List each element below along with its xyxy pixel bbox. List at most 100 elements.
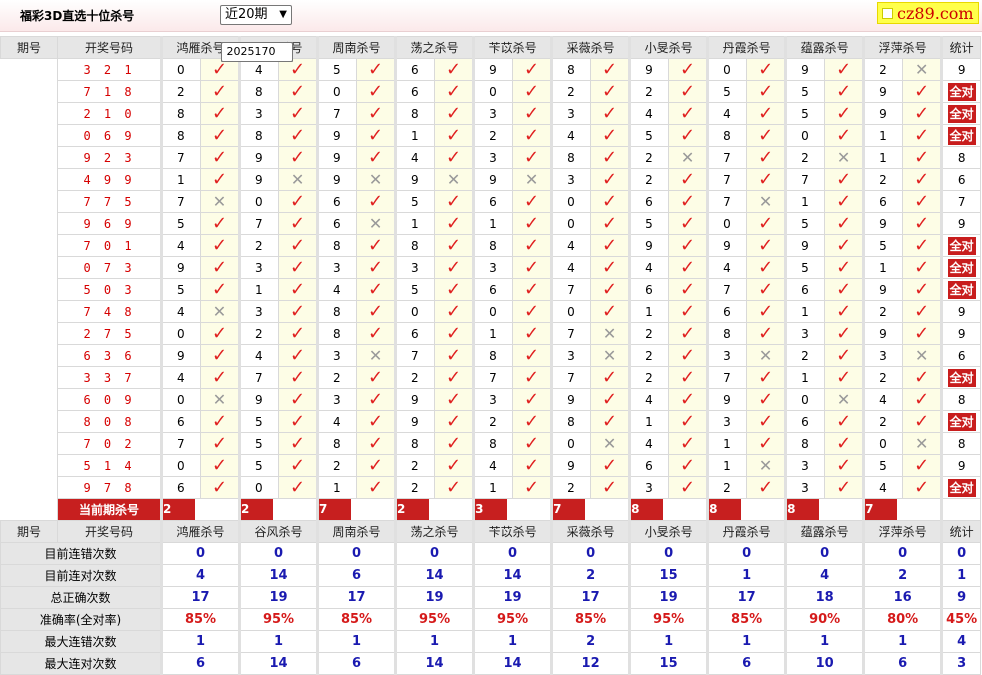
kill-number-cell: 4 (550, 234, 592, 257)
kill-number-cell: 0 (550, 300, 592, 323)
all-correct-badge: 全对 (947, 258, 976, 277)
check-icon: ✓ (758, 300, 774, 322)
result-cell: ✓ (668, 454, 709, 477)
check-icon: ✓ (211, 102, 228, 124)
check-icon: ✓ (680, 300, 696, 322)
kill-number-cell: 2 (628, 366, 670, 389)
stats-value: 4 (159, 564, 241, 587)
kill-number-cell: 0 (550, 212, 592, 235)
result-cell: ✓ (199, 476, 241, 499)
cross-icon: ✕ (680, 147, 695, 167)
kill-number-cell: 1 (628, 410, 670, 433)
kill-number-cell: 2 (316, 454, 358, 477)
check-icon: ✓ (524, 454, 540, 476)
table-row: 20251567 7 57✕0✓6✓5✓6✓0✓6✓7✕1✓6✓7 (1, 41, 982, 213)
result-cell: ✓ (590, 168, 631, 191)
kill-number-cell: 3 (394, 256, 436, 279)
check-icon: ✓ (836, 300, 852, 322)
kill-number-cell: 6 (472, 190, 514, 213)
stats-value: 14 (472, 652, 553, 675)
result-cell: ✓ (512, 58, 553, 81)
stat-cell: 全对 (940, 256, 982, 279)
check-icon: ✓ (758, 124, 774, 146)
current-kill-number: 2 (241, 499, 274, 520)
current-kill-cell: 2 (238, 498, 319, 521)
result-cell: ✓ (199, 58, 241, 81)
kill-number-cell: 5 (862, 454, 904, 477)
kill-number-cell: 5 (628, 124, 670, 147)
kill-number-cell: 6 (316, 190, 358, 213)
check-icon: ✓ (289, 278, 306, 300)
current-kill-number: 2 (397, 499, 430, 520)
result-cell: ✓ (668, 410, 709, 433)
result-cell: ✓ (512, 146, 553, 169)
result-cell: ✓ (434, 234, 475, 257)
result-cell: ✕ (746, 344, 787, 367)
col-header-expert: 苄苡杀号 (472, 520, 553, 543)
kill-number-cell: 3 (472, 256, 514, 279)
stats-value: 19 (472, 586, 553, 609)
result-cell: ✕ (590, 322, 631, 345)
result-cell: ✓ (590, 212, 631, 235)
check-icon: ✓ (524, 146, 540, 168)
stats-value: 1 (706, 564, 787, 587)
current-kill-number: 8 (631, 499, 664, 520)
kill-number-cell: 1 (238, 278, 280, 301)
check-icon: ✓ (680, 454, 696, 476)
check-icon: ✓ (914, 410, 930, 432)
check-icon: ✓ (211, 212, 228, 234)
top-bar: 福彩3D直选十位杀号 近20期 ▼ cz89.com (0, 0, 982, 32)
check-icon: ✓ (914, 256, 930, 278)
stats-value: 2 (550, 630, 631, 653)
kill-number-cell: 5 (628, 212, 670, 235)
kill-number-cell: 7 (160, 432, 201, 455)
kill-number-cell: 0 (706, 58, 748, 81)
result-cell: ✓ (199, 102, 241, 125)
kill-number-cell: 9 (394, 388, 436, 411)
stats-value: 2 (862, 564, 943, 587)
stats-total: 9 (940, 586, 982, 609)
result-cell: ✓ (902, 366, 943, 389)
check-icon: ✓ (914, 234, 930, 256)
kill-number-cell: 1 (472, 212, 514, 235)
stats-total: 1 (940, 564, 982, 587)
kill-number-cell: 2 (550, 476, 592, 499)
kill-number-cell: 2 (784, 146, 826, 169)
check-icon: ✓ (758, 212, 774, 234)
kill-number-cell: 8 (238, 80, 280, 103)
stats-label: 最大连对次数 (0, 652, 162, 675)
draw-number-cell: 6 0 9 (57, 388, 162, 411)
brand-logo[interactable]: cz89.com (877, 2, 979, 24)
check-icon: ✓ (836, 432, 852, 454)
kill-number-cell: 3 (472, 146, 514, 169)
col-header-expert: 小旻杀号 (628, 520, 709, 543)
all-correct-badge: 全对 (947, 104, 976, 123)
check-icon: ✓ (758, 102, 774, 124)
result-cell: ✓ (434, 190, 475, 213)
kill-number-cell: 9 (706, 388, 748, 411)
check-icon: ✓ (524, 476, 540, 498)
result-cell: ✓ (824, 366, 865, 389)
result-cell: ✓ (512, 388, 553, 411)
kill-number-cell: 1 (706, 432, 748, 455)
period-select[interactable]: 近20期 ▼ (220, 5, 292, 25)
table-row: 20251503 2 10✓4✓5✓6✓9✓8✓9✓0✓9✓2✕9 (1, 41, 982, 81)
result-cell: ✓ (434, 80, 475, 103)
result-cell: ✓ (434, 212, 475, 235)
stats-value: 6 (316, 564, 397, 587)
kill-number-cell: 9 (862, 212, 904, 235)
result-cell: ✓ (590, 190, 631, 213)
cross-icon: ✕ (524, 169, 539, 189)
cross-icon: ✕ (914, 345, 929, 365)
check-icon: ✓ (524, 58, 540, 80)
result-cell: ✓ (824, 190, 865, 213)
check-icon: ✓ (289, 322, 306, 344)
check-icon: ✓ (367, 410, 384, 432)
check-icon: ✓ (602, 212, 618, 234)
result-cell: ✓ (902, 80, 943, 103)
kill-number-cell: 2 (706, 476, 748, 499)
check-icon: ✓ (758, 234, 774, 256)
draw-number-cell: 0 7 3 (57, 256, 162, 279)
check-icon: ✓ (289, 102, 306, 124)
result-cell: ✓ (356, 322, 397, 345)
